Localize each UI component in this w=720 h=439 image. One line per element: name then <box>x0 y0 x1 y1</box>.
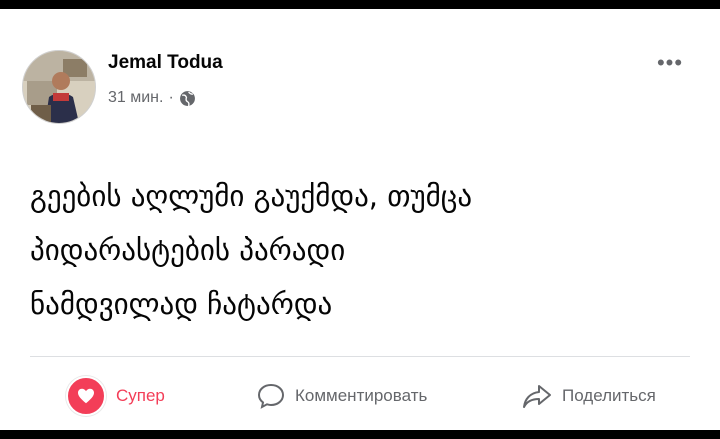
post-meta: 31 мин. · <box>108 89 196 107</box>
post-text: გეების აღლუმი გაუქმდა, თუმცა პიდარასტები… <box>30 179 473 321</box>
comment-label: Комментировать <box>295 386 428 405</box>
post-time[interactable]: 31 мин. <box>108 89 163 107</box>
react-label: Супер <box>116 386 165 405</box>
share-label: Поделиться <box>562 386 656 405</box>
avatar-photo <box>23 51 95 123</box>
globe-icon[interactable] <box>179 90 196 107</box>
comment-button[interactable]: Комментировать <box>257 374 427 418</box>
avatar[interactable] <box>22 50 96 124</box>
post-card: Jemal Todua 31 мин. · ••• გეების აღლუმი … <box>0 9 720 430</box>
meta-separator: · <box>168 89 174 106</box>
comment-icon <box>257 383 285 409</box>
more-options-button[interactable]: ••• <box>652 50 688 75</box>
divider <box>30 356 690 357</box>
react-button[interactable]: Супер <box>66 374 165 418</box>
author-name[interactable]: Jemal Todua <box>108 52 223 74</box>
action-bar: Супер Комментировать Поделиться <box>0 374 720 418</box>
heart-icon <box>66 376 106 416</box>
share-button[interactable]: Поделиться <box>522 374 656 418</box>
share-arrow-icon <box>522 383 552 409</box>
